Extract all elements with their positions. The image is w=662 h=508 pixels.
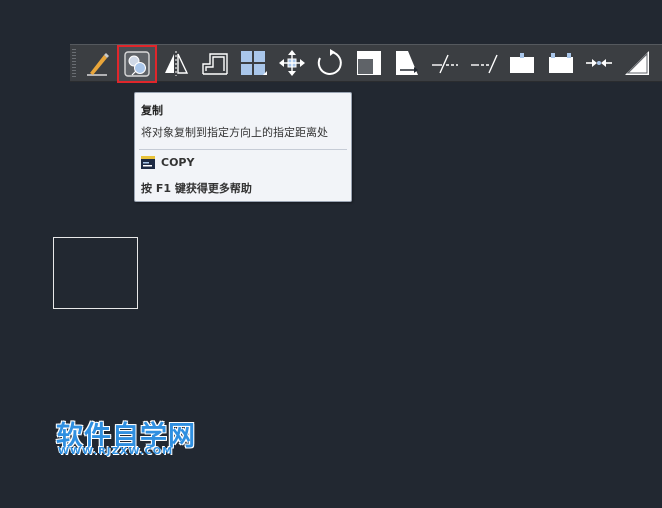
break-button[interactable] — [544, 46, 578, 80]
tooltip-command-name: COPY — [161, 156, 195, 169]
tooltip-help-text: 按 F1 键获得更多帮助 — [141, 182, 252, 195]
array-button[interactable] — [236, 46, 270, 80]
mirror-button[interactable] — [159, 46, 193, 80]
trim-button[interactable] — [428, 46, 462, 80]
tooltip-title: 复制 — [141, 104, 163, 117]
array-icon — [241, 51, 267, 75]
command-line-icon — [141, 156, 155, 169]
break-at-point-button[interactable] — [505, 46, 539, 80]
tooltip-divider — [139, 149, 347, 150]
toolbar-grip-handle[interactable] — [72, 49, 76, 77]
move-button[interactable] — [275, 46, 309, 80]
mirror-icon — [165, 51, 189, 76]
chamfer-icon — [625, 51, 649, 75]
modify-toolbar — [70, 44, 662, 83]
extend-icon — [471, 54, 498, 74]
stretch-icon — [396, 51, 418, 75]
tooltip-description: 将对象复制到指定方向上的指定距离处 — [141, 126, 328, 139]
copy-button[interactable] — [117, 45, 157, 83]
watermark-url: WWW.RJZXW.COM — [58, 446, 174, 457]
join-button[interactable] — [582, 46, 616, 80]
scale-icon — [357, 51, 381, 75]
break-icon — [549, 53, 573, 73]
join-icon — [586, 59, 612, 67]
offset-button[interactable] — [198, 46, 232, 80]
rotate-icon — [317, 49, 342, 75]
move-icon — [279, 50, 305, 76]
rotate-button[interactable] — [313, 46, 347, 80]
stretch-button[interactable] — [390, 46, 424, 80]
draw-order-button[interactable] — [80, 46, 114, 80]
copy-icon — [124, 51, 150, 77]
scale-button[interactable] — [352, 46, 386, 80]
extend-button[interactable] — [467, 46, 501, 80]
break-at-point-icon — [510, 53, 534, 73]
drawn-rectangle[interactable] — [53, 237, 138, 309]
draw-order-icon — [87, 53, 109, 76]
copy-tooltip: 复制 将对象复制到指定方向上的指定距离处 COPY 按 F1 键获得更多帮助 — [134, 92, 352, 202]
trim-icon — [432, 54, 458, 74]
chamfer-button[interactable] — [620, 46, 654, 80]
offset-icon — [202, 53, 228, 75]
